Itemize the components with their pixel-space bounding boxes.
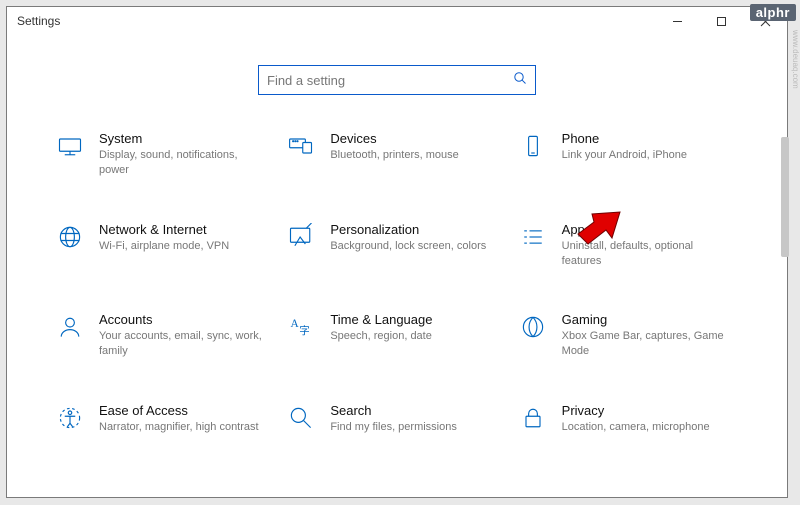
titlebar: Settings bbox=[7, 7, 787, 35]
magnifier-icon bbox=[286, 403, 316, 433]
tile-desc: Display, sound, notifications, power bbox=[99, 148, 264, 178]
svg-text:字: 字 bbox=[300, 324, 311, 337]
tile-network[interactable]: Network & Internet Wi-Fi, airplane mode,… bbox=[55, 222, 276, 269]
minimize-button[interactable] bbox=[655, 7, 699, 35]
tile-title: Ease of Access bbox=[99, 403, 264, 418]
tile-title: Devices bbox=[330, 131, 495, 146]
tile-title: Privacy bbox=[562, 403, 727, 418]
svg-text:A: A bbox=[291, 318, 300, 330]
tile-desc: Your accounts, email, sync, work, family bbox=[99, 329, 264, 359]
settings-window: Settings bbox=[6, 6, 788, 498]
settings-grid: System Display, sound, notifications, po… bbox=[47, 131, 747, 435]
apps-list-icon bbox=[518, 222, 548, 252]
person-icon bbox=[55, 312, 85, 342]
tile-desc: Uninstall, defaults, optional features bbox=[562, 239, 727, 269]
tile-desc: Wi-Fi, airplane mode, VPN bbox=[99, 239, 264, 254]
tile-ease-of-access[interactable]: Ease of Access Narrator, magnifier, high… bbox=[55, 403, 276, 435]
tile-system[interactable]: System Display, sound, notifications, po… bbox=[55, 131, 276, 178]
gaming-icon bbox=[518, 312, 548, 342]
tile-desc: Link your Android, iPhone bbox=[562, 148, 727, 163]
search-box[interactable] bbox=[258, 65, 536, 95]
tile-accounts[interactable]: Accounts Your accounts, email, sync, wor… bbox=[55, 312, 276, 359]
tile-devices[interactable]: Devices Bluetooth, printers, mouse bbox=[286, 131, 507, 178]
tile-phone[interactable]: Phone Link your Android, iPhone bbox=[518, 131, 739, 178]
system-icon bbox=[55, 131, 85, 161]
tile-gaming[interactable]: Gaming Xbox Game Bar, captures, Game Mod… bbox=[518, 312, 739, 359]
tile-title: Gaming bbox=[562, 312, 727, 327]
scrollbar-thumb[interactable] bbox=[781, 137, 789, 257]
maximize-button[interactable] bbox=[699, 7, 743, 35]
tile-search[interactable]: Search Find my files, permissions bbox=[286, 403, 507, 435]
tile-title: Accounts bbox=[99, 312, 264, 327]
tile-title: Phone bbox=[562, 131, 727, 146]
search-input[interactable] bbox=[267, 73, 513, 88]
lock-icon bbox=[518, 403, 548, 433]
tile-desc: Location, camera, microphone bbox=[562, 420, 727, 435]
tile-title: Personalization bbox=[330, 222, 495, 237]
tile-personalization[interactable]: Personalization Background, lock screen,… bbox=[286, 222, 507, 269]
tile-privacy[interactable]: Privacy Location, camera, microphone bbox=[518, 403, 739, 435]
watermark-badge: alphr bbox=[750, 4, 796, 21]
tile-apps[interactable]: Apps Uninstall, defaults, optional featu… bbox=[518, 222, 739, 269]
window-title: Settings bbox=[17, 14, 60, 28]
minimize-icon bbox=[672, 16, 683, 27]
tile-desc: Find my files, permissions bbox=[330, 420, 495, 435]
content-area: System Display, sound, notifications, po… bbox=[7, 35, 787, 435]
tile-title: System bbox=[99, 131, 264, 146]
accessibility-icon bbox=[55, 403, 85, 433]
tile-desc: Speech, region, date bbox=[330, 329, 495, 344]
tile-title: Network & Internet bbox=[99, 222, 264, 237]
devices-icon bbox=[286, 131, 316, 161]
globe-icon bbox=[55, 222, 85, 252]
maximize-icon bbox=[716, 16, 727, 27]
source-watermark: www.deuaq.com bbox=[791, 30, 800, 89]
time-language-icon: A字 bbox=[286, 312, 316, 342]
tile-desc: Background, lock screen, colors bbox=[330, 239, 495, 254]
tile-title: Apps bbox=[562, 222, 727, 237]
paintbrush-icon bbox=[286, 222, 316, 252]
tile-title: Time & Language bbox=[330, 312, 495, 327]
tile-desc: Xbox Game Bar, captures, Game Mode bbox=[562, 329, 727, 359]
tile-desc: Bluetooth, printers, mouse bbox=[330, 148, 495, 163]
phone-icon bbox=[518, 131, 548, 161]
tile-title: Search bbox=[330, 403, 495, 418]
tile-time-language[interactable]: A字 Time & Language Speech, region, date bbox=[286, 312, 507, 359]
tile-desc: Narrator, magnifier, high contrast bbox=[99, 420, 264, 435]
search-row bbox=[47, 65, 747, 95]
search-icon bbox=[513, 71, 527, 90]
